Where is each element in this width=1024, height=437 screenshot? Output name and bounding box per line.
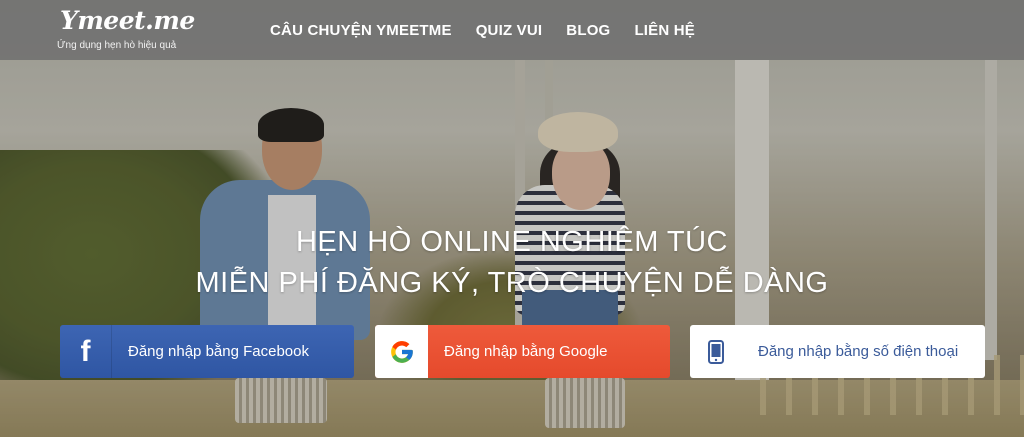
phone-login-button[interactable]: Đăng nhập bằng số điện thoại bbox=[690, 325, 985, 378]
facebook-login-label: Đăng nhập bằng Facebook bbox=[128, 343, 309, 360]
nav-item-lien-he[interactable]: LIÊN HỆ bbox=[634, 22, 695, 39]
nav-menu: CÂU CHUYỆN YMEETME QUIZ VUI BLOG LIÊN HỆ bbox=[270, 0, 719, 60]
nav-item-quiz-vui[interactable]: QUIZ VUI bbox=[476, 22, 543, 39]
nav-item-blog[interactable]: BLOG bbox=[566, 22, 610, 39]
google-login-button[interactable]: Đăng nhập bằng Google bbox=[375, 325, 670, 378]
hero-headline: HẸN HÒ ONLINE NGHIÊM TÚC MIỄN PHÍ ĐĂNG K… bbox=[0, 222, 1024, 304]
facebook-icon: f bbox=[60, 325, 112, 378]
headline-line-2: MIỄN PHÍ ĐĂNG KÝ, TRÒ CHUYỆN DỄ DÀNG bbox=[195, 267, 829, 299]
facebook-login-button[interactable]: f Đăng nhập bằng Facebook bbox=[60, 325, 354, 378]
logo-tagline: Ứng dụng hẹn hò hiệu quả bbox=[57, 40, 177, 51]
top-navbar: Ymeet.me Ứng dụng hẹn hò hiệu quả CÂU CH… bbox=[0, 0, 1024, 60]
phone-icon bbox=[690, 325, 742, 378]
headline-line-1: HẸN HÒ ONLINE NGHIÊM TÚC bbox=[295, 226, 728, 258]
logo[interactable]: Ymeet.me Ứng dụng hẹn hò hiệu quả bbox=[57, 6, 195, 51]
logo-text: Ymeet.me bbox=[60, 6, 195, 35]
phone-login-label: Đăng nhập bằng số điện thoại bbox=[758, 343, 959, 360]
nav-item-cau-chuyen[interactable]: CÂU CHUYỆN YMEETME bbox=[270, 22, 452, 39]
google-icon bbox=[375, 325, 428, 378]
google-login-label: Đăng nhập bằng Google bbox=[444, 343, 608, 360]
